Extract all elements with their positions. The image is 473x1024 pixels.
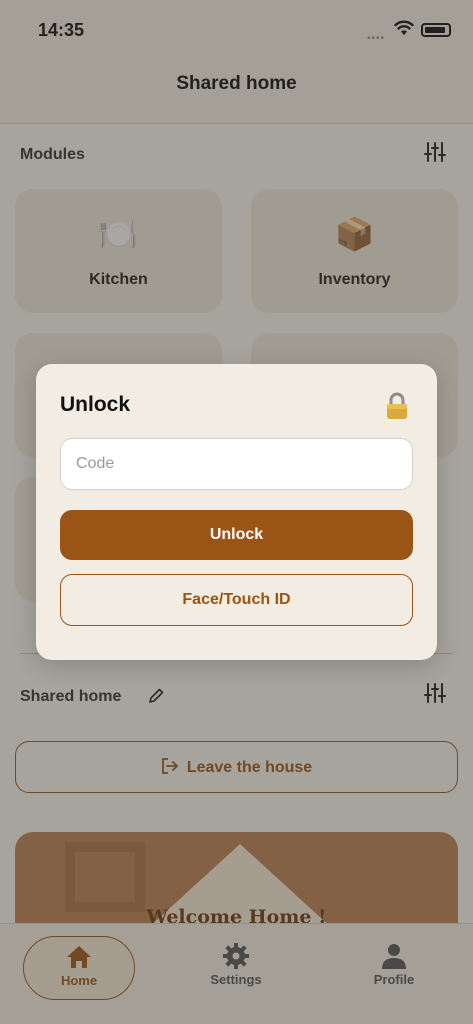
lock-icon	[387, 392, 407, 419]
code-input[interactable]	[60, 438, 413, 490]
unlock-dialog: Unlock Unlock Face/Touch ID	[36, 364, 437, 660]
unlock-button[interactable]: Unlock	[60, 510, 413, 560]
dialog-title: Unlock	[60, 393, 131, 416]
face-touch-id-button[interactable]: Face/Touch ID	[60, 574, 413, 626]
